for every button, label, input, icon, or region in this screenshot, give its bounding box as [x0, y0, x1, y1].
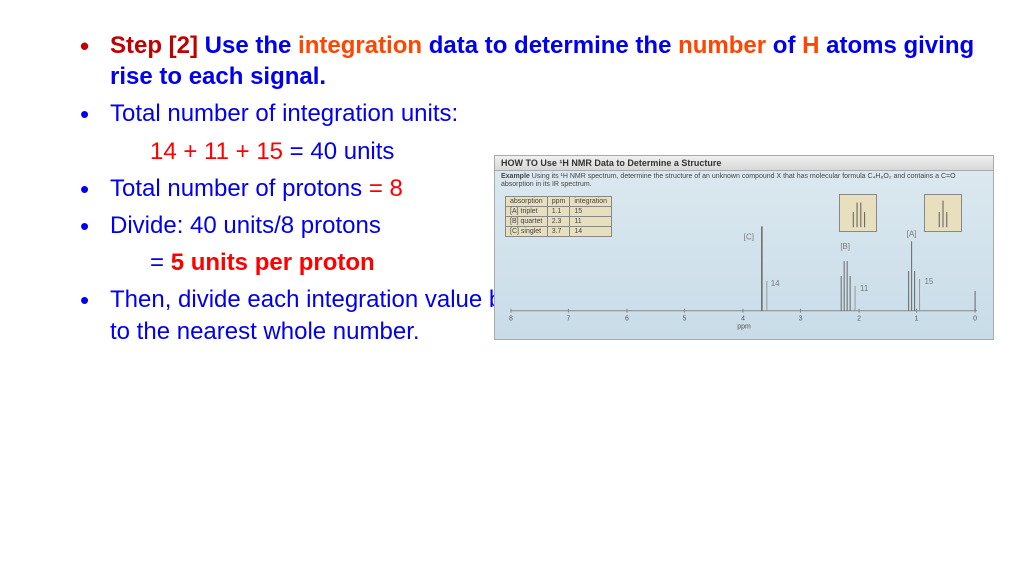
svg-text:0: 0 [973, 315, 977, 322]
sum-result: = 40 units [283, 138, 394, 165]
cell: [A] triplet [506, 206, 548, 216]
text: Divide: 40 units/8 protons [110, 212, 381, 239]
svg-text:1: 1 [915, 315, 919, 322]
text: Total number of integration units: [110, 100, 458, 127]
svg-text:8: 8 [509, 315, 513, 322]
svg-text:ppm: ppm [737, 323, 751, 330]
diagram-body: absorption ppm integration [A] triplet 1… [501, 196, 987, 336]
keyword-integration: integration [298, 32, 422, 59]
svg-text:7: 7 [567, 315, 571, 322]
cell: 1.1 [547, 206, 570, 216]
result-text: 5 units per proton [171, 249, 375, 276]
example-body: Using its ¹H NMR spectrum, determine the… [501, 173, 956, 188]
nmr-spectrum: 8 7 6 5 4 3 2 1 0 ppm [501, 221, 987, 331]
text: data to determine the [422, 32, 678, 59]
svg-text:[A]: [A] [907, 229, 917, 238]
svg-text:15: 15 [925, 277, 934, 286]
example-label: Example [501, 173, 530, 180]
sum-expression: 14 + 11 + 15 [150, 138, 283, 165]
svg-text:2: 2 [857, 315, 861, 322]
svg-text:4: 4 [741, 315, 745, 322]
text: of [766, 32, 802, 59]
value: = 8 [369, 175, 403, 202]
svg-text:5: 5 [683, 315, 687, 322]
svg-text:3: 3 [799, 315, 803, 322]
diagram-header: HOW TO Use ¹H NMR Data to Determine a St… [495, 156, 993, 171]
peak-b: [B] 11 [840, 242, 869, 310]
spectrum-diagram: HOW TO Use ¹H NMR Data to Determine a St… [494, 155, 994, 340]
col-integration: integration [570, 196, 612, 206]
peak-a: [A] 15 [907, 229, 934, 310]
text: Use the [198, 32, 298, 59]
svg-text:[B]: [B] [840, 242, 850, 251]
table-row: [A] triplet 1.1 15 [506, 206, 612, 216]
spectrum-svg: 8 7 6 5 4 3 2 1 0 ppm [501, 221, 987, 331]
cell: 15 [570, 206, 612, 216]
step-header-line: Step [2] Use the integration data to det… [40, 30, 980, 92]
step-label: Step [2] [110, 32, 198, 59]
svg-text:11: 11 [860, 284, 869, 293]
eq-sign: = [150, 249, 171, 276]
svg-text:14: 14 [771, 279, 780, 288]
diagram-example-text: Example Using its ¹H NMR spectrum, deter… [495, 171, 993, 192]
keyword-number: number [678, 32, 766, 59]
col-absorption: absorption [506, 196, 548, 206]
col-ppm: ppm [547, 196, 570, 206]
peak-c: [C] 14 [744, 226, 780, 310]
keyword-h: H [802, 32, 819, 59]
bullet-total-units-label: Total number of integration units: [40, 98, 980, 129]
axis-ticks: 8 7 6 5 4 3 2 1 0 ppm [509, 309, 977, 331]
svg-text:[C]: [C] [744, 232, 754, 241]
text: Total number of protons [110, 175, 369, 202]
svg-text:6: 6 [625, 315, 629, 322]
table-header-row: absorption ppm integration [506, 196, 612, 206]
